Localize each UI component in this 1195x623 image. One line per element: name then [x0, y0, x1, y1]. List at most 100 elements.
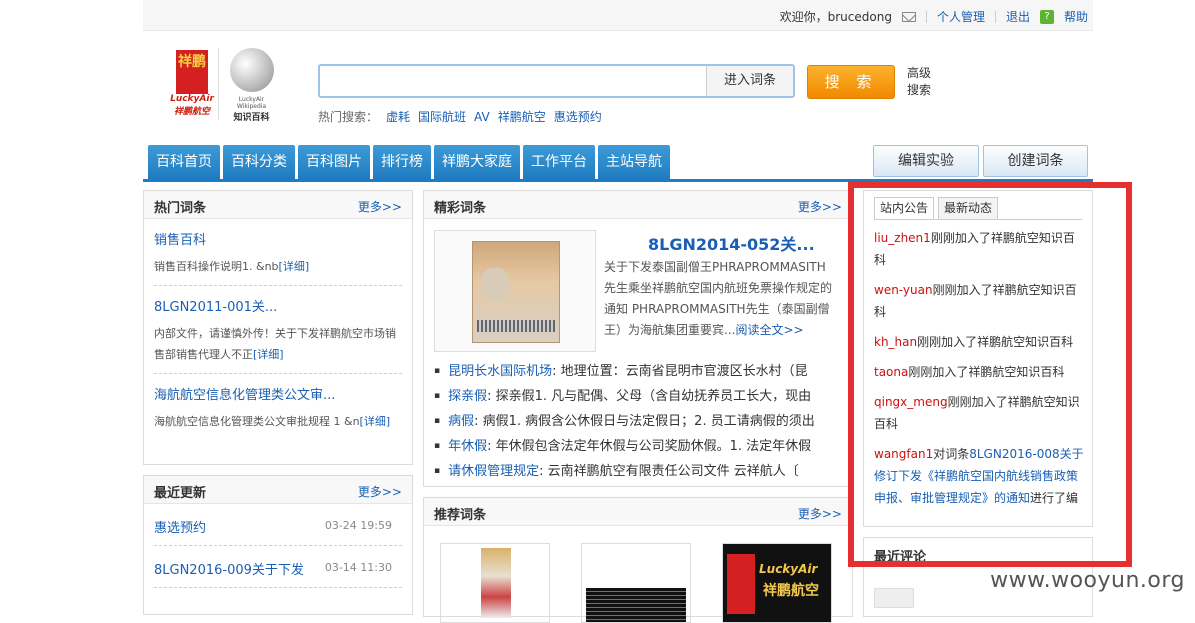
entry-snippet: 地理位置：云南省昆明市官渡区长水村（昆 [561, 364, 808, 379]
hot-searches: 热门搜索： 虚耗国际航班 AV 祥鹏航空惠选预约 [318, 108, 602, 125]
search-input[interactable] [324, 70, 708, 94]
nav-images[interactable]: 百科图片 [298, 145, 370, 179]
top-bar: 欢迎你，brucedong 个人管理 退出 ? 帮助 [143, 0, 1093, 31]
main-nav: 百科首页 百科分类 百科图片 排行榜 祥鹏大家庭 工作平台 主站导航 [148, 145, 670, 179]
detail-link[interactable]: [详细] [279, 260, 310, 273]
recent-updates-panel: 最近更新 更多>> 惠选预约 03-24 19:59 8LGN2016-009关… [143, 475, 413, 615]
entry-title-link[interactable]: 海航航空信息化管理类公文审... [154, 388, 335, 403]
featured-entry-desc: 关于下发泰国副僧王PHRAPROMMASITH先生乘坐祥鹏航空国内航班免票操作规… [604, 257, 832, 341]
recommended-thumb[interactable]: LuckyAir 祥鹏航空 [722, 543, 832, 623]
detail-link[interactable]: [详细] [253, 348, 284, 361]
entry-title-link[interactable]: 销售百科 [154, 233, 206, 248]
hot-search-term[interactable]: 祥鹏航空 [498, 110, 546, 124]
passport-image [472, 241, 560, 343]
panel-header: 推荐词条 更多>> [424, 498, 852, 526]
nav-categories[interactable]: 百科分类 [223, 145, 295, 179]
list-item: 年休假: 年休假包含法定年休假与公司奖励休假。1. 法定年休假 [434, 434, 839, 459]
hot-search-term[interactable]: 惠选预约 [554, 110, 602, 124]
entry-desc: 销售百科操作说明1. &nb [154, 260, 279, 273]
detail-link[interactable]: [详细] [360, 415, 391, 428]
featured-entry-title[interactable]: 8LGN2014-052关... [648, 231, 815, 255]
luckyair-logo[interactable]: 祥鹏 LuckyAir 祥鹏航空 [170, 50, 214, 120]
list-item: 销售百科 销售百科操作说明1. &nb[详细] [154, 219, 402, 286]
more-link[interactable]: 更多>> [358, 483, 402, 500]
more-link[interactable]: 更多>> [358, 198, 402, 215]
help-link[interactable]: 帮助 [1064, 8, 1088, 25]
featured-image[interactable] [434, 230, 596, 352]
thumb-image [727, 554, 755, 614]
avatar[interactable] [874, 588, 914, 608]
thumb-image [481, 548, 511, 618]
entry-desc: 海航航空信息化管理类公文审批规程 1 &n [154, 415, 360, 428]
thumb-image [586, 588, 686, 622]
wiki-logo-en: LuckyAir Wikipedia [225, 96, 278, 110]
advanced-search-link[interactable]: 高级搜索 [907, 65, 937, 99]
entry-title-link[interactable]: 8LGN2011-001关... [154, 300, 277, 315]
read-more-link[interactable]: 阅读全文>> [735, 323, 803, 337]
nav-home[interactable]: 百科首页 [148, 145, 220, 179]
personal-link[interactable]: 个人管理 [937, 8, 985, 25]
thumb-brand-text: LuckyAir [759, 562, 817, 576]
nav-family[interactable]: 祥鹏大家庭 [434, 145, 520, 179]
hot-search-term[interactable]: AV [474, 110, 490, 124]
recommended-panel: 推荐词条 更多>> LuckyAir 祥鹏航空 [423, 497, 853, 617]
panel-title: 精彩词条 [434, 197, 486, 216]
hot-search-term[interactable]: 国际航班 [418, 110, 466, 124]
wiki-logo[interactable]: LuckyAir Wikipedia 知识百科 [218, 48, 278, 120]
entry-link[interactable]: 病假 [448, 414, 474, 429]
more-link[interactable]: 更多>> [798, 505, 842, 522]
nav-site-map[interactable]: 主站导航 [598, 145, 670, 179]
create-entry-button[interactable]: 创建词条 [983, 145, 1088, 177]
welcome-text: 欢迎你，brucedong [780, 8, 892, 25]
entry-snippet: 探亲假1. 凡与配偶、父母（含自幼抚养员工长大，现由 [496, 389, 812, 404]
list-item: 昆明长水国际机场: 地理位置：云南省昆明市官渡区长水村（昆 [434, 359, 839, 384]
entry-link[interactable]: 昆明长水国际机场 [448, 364, 552, 379]
search-box: 进入词条 [318, 64, 795, 98]
entry-link[interactable]: 年休假 [448, 439, 487, 454]
nav-workspace[interactable]: 工作平台 [523, 145, 595, 179]
recent-date: 03-14 11:30 [325, 561, 392, 574]
user-menu: 欢迎你，brucedong 个人管理 退出 ? 帮助 [780, 8, 1088, 25]
divider [995, 11, 996, 23]
passport-mrz [477, 320, 555, 332]
panel-header: 最近更新 更多>> [144, 476, 412, 504]
hot-search-label: 热门搜索： [318, 110, 378, 124]
mail-icon[interactable] [902, 12, 916, 22]
hot-search-term[interactable]: 虚耗 [386, 110, 410, 124]
entry-snippet: 年休假包含法定年休假与公司奖励休假。1. 法定年休假 [496, 439, 812, 454]
highlight-box [848, 182, 1132, 567]
passport-photo [481, 268, 509, 302]
thumb-brand-cn: 祥鹏航空 [763, 580, 819, 600]
recommended-thumb[interactable] [581, 543, 691, 623]
recent-title-link[interactable]: 8LGN2016-009关于下发 [154, 559, 304, 578]
wiki-globe-icon [230, 48, 274, 92]
recent-date: 03-24 19:59 [325, 519, 392, 532]
list-item: 8LGN2016-009关于下发 03-14 11:30 [154, 546, 402, 588]
recent-title-link[interactable]: 惠选预约 [154, 517, 206, 536]
entry-snippet: 云南祥鹏航空有限责任公司文件 云祥航人〔 [548, 464, 799, 479]
list-item: 病假: 病假1. 病假含公休假日与法定假日；2. 员工请病假的须出 [434, 409, 839, 434]
recommended-thumb[interactable] [440, 543, 550, 623]
list-item: 探亲假: 探亲假1. 凡与配偶、父母（含自幼抚养员工长大，现由 [434, 384, 839, 409]
entry-link[interactable]: 探亲假 [448, 389, 487, 404]
search-button[interactable]: 搜 索 [807, 65, 895, 99]
list-item: 8LGN2011-001关... 内部文件，请谨慎外传！关于下发祥鹏航空市场销售… [154, 286, 402, 374]
featured-panel: 精彩词条 更多>> 8LGN2014-052关... 关于下发泰国副僧王PHRA… [423, 190, 853, 487]
list-item: 海航航空信息化管理类公文审... 海航航空信息化管理类公文审批规程 1 &n[详… [154, 374, 402, 440]
panel-header: 精彩词条 更多>> [424, 191, 852, 219]
more-link[interactable]: 更多>> [798, 198, 842, 215]
luckyair-en: LuckyAir [170, 94, 214, 104]
panel-title: 推荐词条 [434, 504, 486, 523]
entry-snippet: 病假1. 病假含公休假日与法定假日；2. 员工请病假的须出 [483, 414, 815, 429]
luckyair-seal: 祥鹏 [176, 50, 208, 94]
nav-rankings[interactable]: 排行榜 [373, 145, 431, 179]
featured-list: 昆明长水国际机场: 地理位置：云南省昆明市官渡区长水村（昆 探亲假: 探亲假1.… [434, 359, 839, 484]
enter-entry-button[interactable]: 进入词条 [706, 66, 793, 96]
wiki-logo-cn: 知识百科 [225, 110, 278, 123]
logout-link[interactable]: 退出 [1006, 8, 1030, 25]
entry-link[interactable]: 请休假管理规定 [448, 464, 539, 479]
edit-lab-button[interactable]: 编辑实验 [873, 145, 979, 177]
help-icon[interactable]: ? [1040, 10, 1054, 24]
panel-header: 热门词条 更多>> [144, 191, 412, 219]
divider [926, 11, 927, 23]
